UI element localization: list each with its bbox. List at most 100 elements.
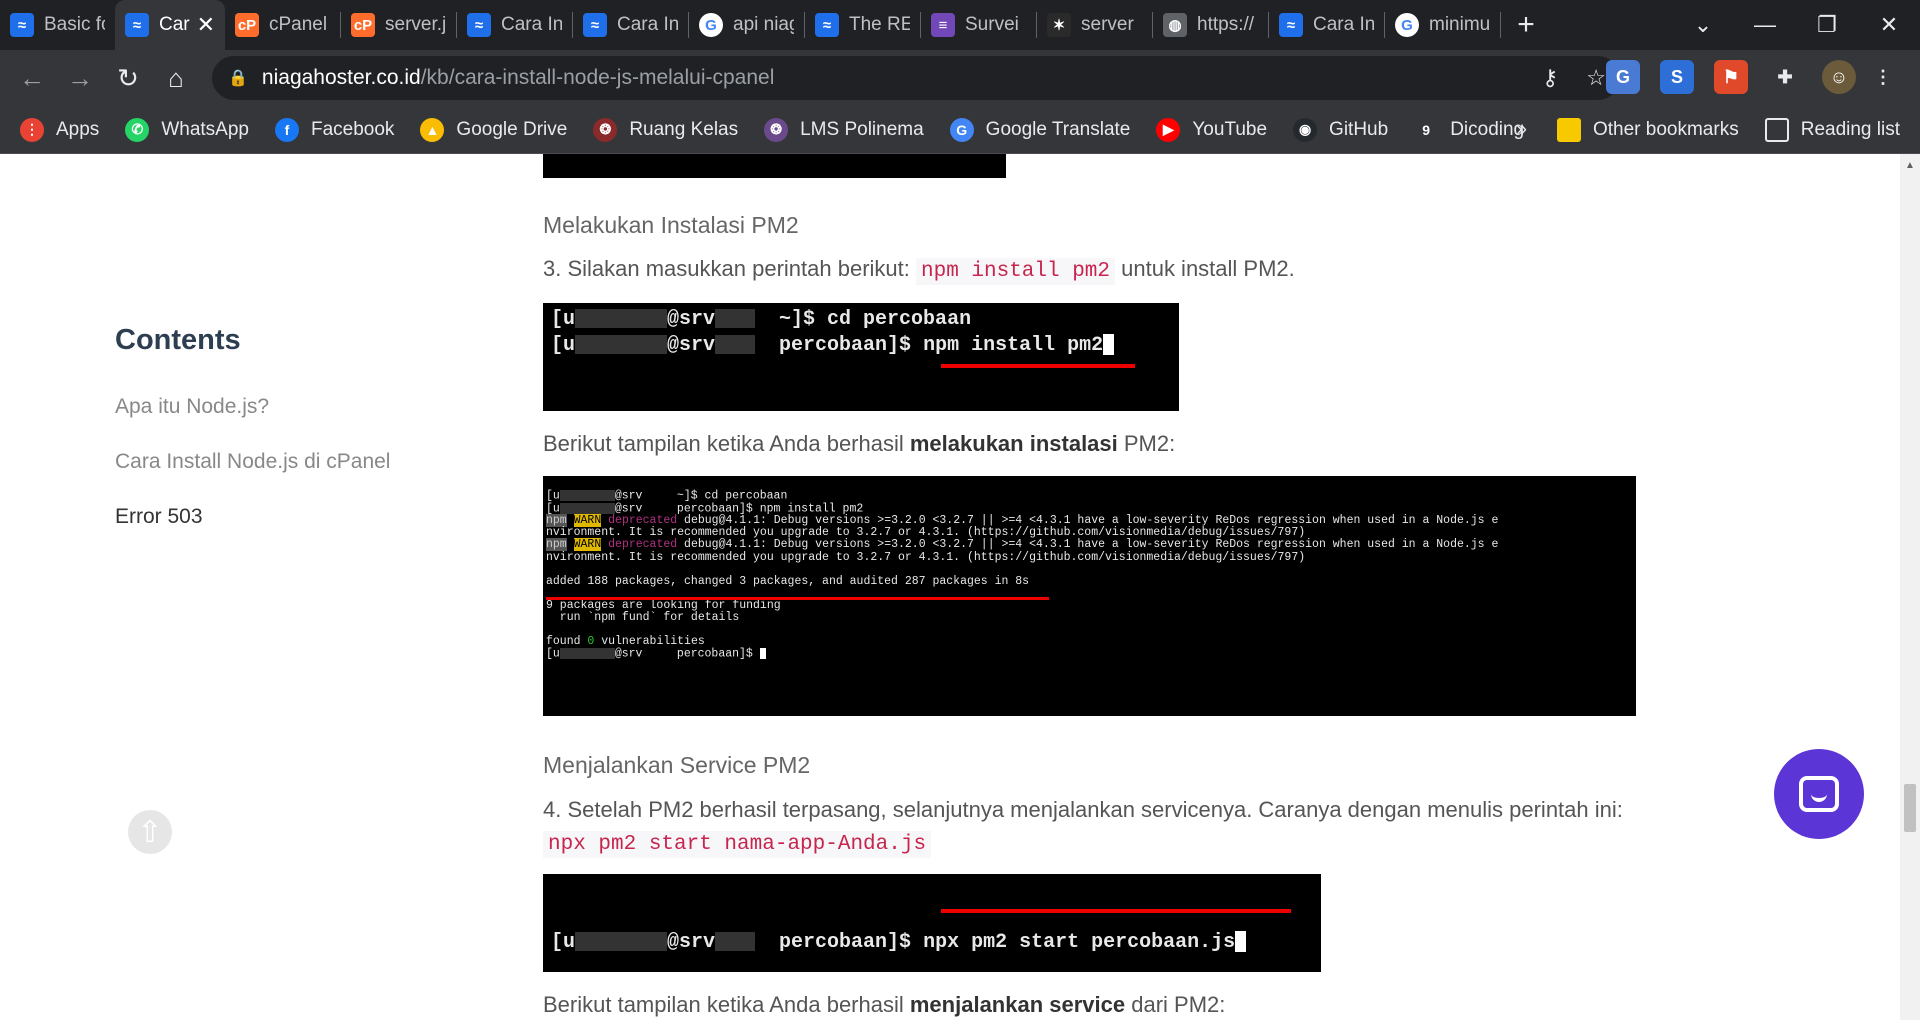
bookmark-item[interactable]: ❂ LMS Polinema — [764, 117, 924, 142]
bookmark-item[interactable]: f Facebook — [274, 117, 395, 142]
chat-launcher-button[interactable] — [1774, 749, 1864, 839]
bookmark-item[interactable]: 9 Dicoding — [1414, 117, 1524, 142]
close-window-button[interactable]: ✕ — [1858, 12, 1920, 38]
bookmark-item[interactable]: ✆ WhatsApp — [125, 117, 249, 142]
step-3-pre: 3. Silakan masukkan perintah berikut: — [543, 256, 916, 281]
browser-tab[interactable]: ≈ Cara In — [573, 0, 688, 50]
youtube-icon: ▶ — [1156, 117, 1181, 142]
t1-prompt-host-2: @srv — [667, 334, 716, 357]
success-service-text: Berikut tampilan ketika Anda berhasil me… — [543, 989, 1225, 1020]
red-underline — [941, 909, 1291, 913]
warn-tag: WARN — [573, 538, 602, 552]
spark-icon: ✶ — [1047, 13, 1071, 37]
browser-tab[interactable]: ✶ server — [1037, 0, 1152, 50]
redacted-block — [575, 309, 668, 329]
other-bookmarks[interactable]: Other bookmarks — [1556, 118, 1739, 142]
close-tab-icon[interactable]: ✕ — [197, 12, 215, 38]
new-tab-button[interactable]: + — [1501, 8, 1551, 42]
ruang-kelas-icon: ❂ — [593, 117, 618, 142]
rocket-extension-icon[interactable]: ⚑ — [1714, 60, 1748, 94]
key-icon[interactable]: ⚷ — [1542, 65, 1558, 91]
restore-button[interactable]: ❐ — [1796, 12, 1858, 38]
niagahoster-icon: ≈ — [125, 13, 149, 37]
bookmark-star-icon[interactable]: ☆ — [1586, 65, 1606, 91]
browser-tab[interactable]: Gapi niag — [689, 0, 804, 50]
google-translate-extension-icon[interactable]: G — [1606, 60, 1640, 94]
bookmark-item[interactable]: ⋮ Apps — [20, 117, 100, 142]
bookmark-label: Google Translate — [985, 118, 1131, 140]
bookmark-label: Google Drive — [456, 118, 568, 140]
google-icon: G — [699, 13, 723, 37]
terminal-npm-install: [u @srv ~]$ cd percobaan [u @srv percobaan… — [543, 303, 1179, 411]
browser-tab[interactable]: ≈ The RE — [805, 0, 920, 50]
reload-button[interactable]: ↻ — [104, 63, 152, 94]
t2-warn-1a: debug@4.1.1: Debug versions >=3.2.0 <3.2… — [677, 514, 1499, 528]
browser-tab[interactable]: cP server.j — [341, 0, 456, 50]
reading-list[interactable]: Reading list — [1764, 118, 1900, 142]
tab-search-icon[interactable]: ⌄ — [1672, 12, 1734, 38]
chrome-menu-icon[interactable]: ⋮ — [1874, 60, 1892, 94]
scroll-to-top-button[interactable]: ⇧ — [128, 810, 172, 854]
bookmarks-overflow-button[interactable]: » — [1516, 119, 1527, 141]
section-heading-install: Melakukan Instalasi PM2 — [543, 212, 799, 238]
bookmark-item[interactable]: ▶ YouTube — [1156, 117, 1267, 142]
puzzle-extensions-icon[interactable]: ✚ — [1768, 60, 1802, 94]
minimize-button[interactable]: — — [1734, 12, 1796, 38]
table-of-contents: Contents Apa itu Node.js? Cara Install N… — [115, 324, 390, 560]
toc-link-install[interactable]: Cara Install Node.js di cPanel — [115, 450, 390, 474]
cpanel-icon: cP — [235, 13, 259, 37]
tab-title: Car — [159, 14, 190, 35]
dicoding-icon: 9 — [1414, 117, 1439, 142]
niagahoster-icon: ≈ — [583, 13, 607, 37]
bookmark-item[interactable]: ❂ Ruang Kelas — [593, 117, 738, 142]
t1-prompt-user: [u — [551, 308, 576, 331]
bookmark-item[interactable]: G Google Translate — [949, 117, 1131, 142]
other-bookmarks-label: Other bookmarks — [1592, 119, 1739, 140]
terminal-cursor — [759, 648, 767, 660]
toc-link-node[interactable]: Apa itu Node.js? — [115, 395, 390, 419]
page-scrollbar[interactable]: ▲ — [1900, 154, 1920, 1020]
browser-tab[interactable]: cP cPanel — [225, 0, 340, 50]
t2-line-1: @srv ~]$ cd percobaan — [614, 489, 788, 503]
bookmark-label: Facebook — [310, 118, 395, 140]
scroll-up-arrow-icon[interactable]: ▲ — [1905, 160, 1915, 171]
address-bar[interactable]: 🔒 niagahoster.co.id /kb/cara-install-nod… — [212, 56, 1620, 100]
page-content: Contents Apa itu Node.js? Cara Install N… — [0, 154, 1900, 1020]
home-button[interactable]: ⌂ — [152, 63, 200, 94]
browser-tab[interactable]: ≈ Cara In — [1269, 0, 1384, 50]
browser-tab[interactable]: ≈ Cara In — [457, 0, 572, 50]
browser-tab[interactable]: ◍ https:// — [1153, 0, 1268, 50]
redacted-block — [575, 335, 668, 355]
browser-tab[interactable]: ≈ Car ✕ — [115, 0, 225, 50]
t2-funding-2: run `npm fund` for details — [546, 611, 740, 625]
tab-title: https:// — [1197, 14, 1255, 35]
scroll-thumb[interactable] — [1904, 784, 1916, 832]
cpanel-icon: cP — [351, 13, 375, 37]
deprecated-tag: deprecated — [608, 538, 678, 552]
back-button[interactable]: ← — [8, 63, 56, 94]
window-controls: ⌄ — ❐ ✕ — [1672, 0, 1920, 50]
tab-title: server.j — [385, 14, 446, 35]
browser-tab[interactable]: ≈ Basic fo — [0, 0, 115, 50]
t3-cmd-pm2-start: npx pm2 start percobaan.js — [923, 931, 1236, 954]
profile-avatar[interactable]: ☺ — [1822, 60, 1856, 94]
bookmark-item[interactable]: ▲ Google Drive — [420, 117, 568, 142]
t2-added-summary: added 188 packages, changed 3 packages, … — [546, 574, 988, 588]
browser-tab[interactable]: ≡ Survei — [921, 0, 1036, 50]
npm-tag: npm — [546, 538, 567, 552]
bookmark-label: Apps — [56, 118, 100, 140]
t3-prompt-user: [u — [551, 931, 576, 954]
tab-title: server — [1081, 14, 1134, 35]
s-extension-icon[interactable]: S — [1660, 60, 1694, 94]
forms-icon: ≡ — [931, 13, 955, 37]
apps-grid-icon: ⋮ — [20, 117, 44, 142]
browser-tab[interactable]: Gminimu — [1385, 0, 1500, 50]
t2-added-time: in 8s — [987, 574, 1030, 588]
bookmark-item[interactable]: ◉ GitHub — [1293, 117, 1388, 142]
toc-link-error503[interactable]: Error 503 — [115, 505, 390, 529]
lock-icon[interactable]: 🔒 — [228, 68, 248, 88]
lms-polinema-icon: ❂ — [764, 117, 789, 142]
terminal-screenshot-previous — [543, 154, 1006, 178]
terminal-cursor — [1235, 931, 1247, 953]
forward-button[interactable]: → — [56, 63, 104, 94]
